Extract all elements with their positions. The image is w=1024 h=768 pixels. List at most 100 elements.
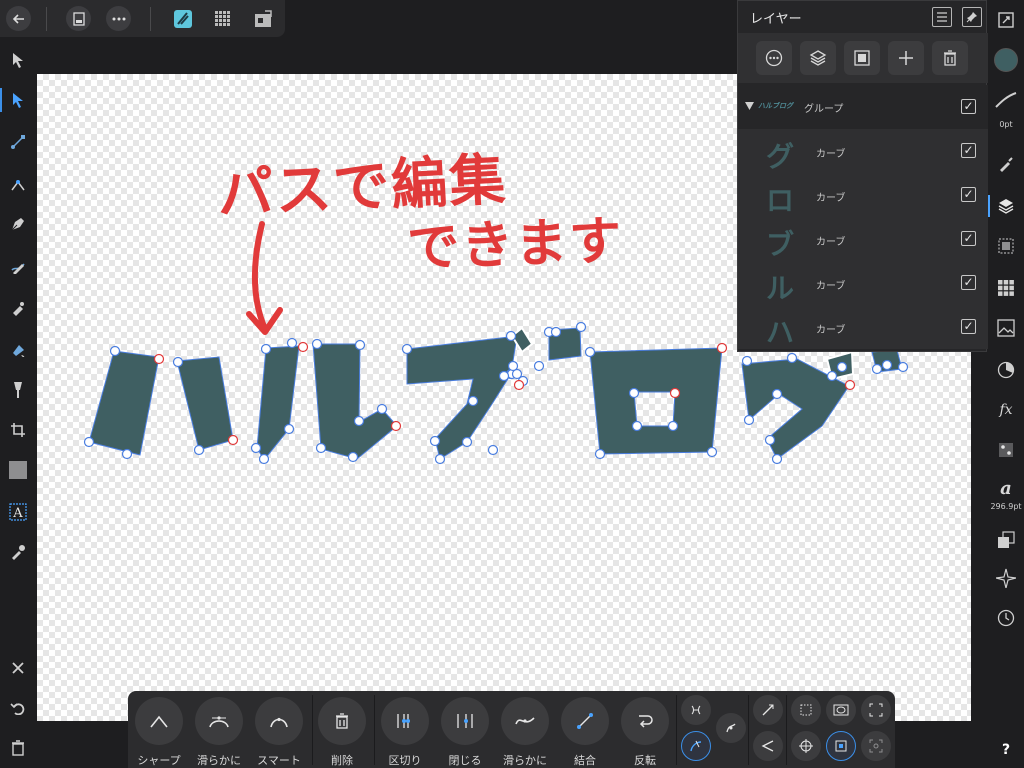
show-curve-handles-icon[interactable] <box>681 731 711 761</box>
break-curve-button[interactable] <box>381 697 429 745</box>
target-icon[interactable] <box>791 731 821 761</box>
layer-options-icon[interactable] <box>756 41 792 75</box>
undo-icon[interactable] <box>6 696 30 720</box>
delete-layer-icon[interactable] <box>932 41 968 75</box>
layers-studio-icon[interactable] <box>994 194 1018 218</box>
layer-name: カーブ <box>816 281 846 292</box>
annotation-line2: できます <box>406 211 625 279</box>
pixel-persona-icon[interactable] <box>211 7 235 31</box>
snapping-icon[interactable] <box>826 731 856 761</box>
smart-button[interactable] <box>255 697 303 745</box>
color-swatch[interactable] <box>994 48 1018 72</box>
layer-row[interactable]: ハ カーブ ✓ <box>738 305 988 349</box>
brush-studio-icon[interactable] <box>994 152 1018 176</box>
layer-thumbnail: ブ <box>766 228 795 261</box>
close-curve-button[interactable] <box>441 697 489 745</box>
delete-node-label: 削除 <box>331 754 353 767</box>
vector-brush-tool-icon[interactable] <box>6 296 30 320</box>
select-shape-icon[interactable] <box>826 695 856 725</box>
appearance-icon[interactable] <box>994 358 1018 382</box>
layer-name: グループ <box>804 104 844 115</box>
right-toolbar: 0pt fx a 296.9pt ? <box>988 0 1024 768</box>
pen-tool-icon[interactable] <box>6 212 30 236</box>
smooth-button[interactable] <box>195 697 243 745</box>
visibility-checkbox[interactable]: ✓ <box>961 275 976 290</box>
styles-icon[interactable] <box>994 438 1018 462</box>
stroke-width-label: 0pt <box>999 120 1013 129</box>
layer-row[interactable]: ロ カーブ ✓ <box>738 173 988 217</box>
font-size-label: 296.9pt <box>990 502 1022 511</box>
swatches-studio-icon[interactable] <box>994 276 1018 300</box>
fx-icon[interactable]: fx <box>994 398 1018 422</box>
node-context-toolbar: シャープ 滑らかに スマート 削除 区切り 閉じる 滑らかに 結合 反転 <box>128 691 895 768</box>
navigator-icon[interactable] <box>994 566 1018 590</box>
layer-row-group[interactable]: ハルブログ グループ ✓ <box>738 85 988 129</box>
export-persona-icon[interactable] <box>251 7 275 31</box>
invert-selection-icon[interactable] <box>753 731 783 761</box>
delete-node-button[interactable] <box>318 697 366 745</box>
sharp-button[interactable] <box>135 697 183 745</box>
glyph-ro <box>589 347 723 455</box>
layer-stack-icon[interactable] <box>800 41 836 75</box>
pin-icon[interactable] <box>962 7 982 27</box>
transform-curve-icon[interactable] <box>716 713 746 743</box>
visibility-checkbox[interactable]: ✓ <box>961 99 976 114</box>
fill-tool-icon[interactable] <box>6 338 30 362</box>
reverse-curve-button[interactable] <box>621 697 669 745</box>
smart-label: スマート <box>257 754 301 767</box>
layer-name: カーブ <box>816 325 846 336</box>
text-studio-icon[interactable]: a <box>994 476 1018 500</box>
select-all-nodes-icon[interactable] <box>753 695 783 725</box>
transparency-tool-icon[interactable] <box>6 378 30 402</box>
add-layer-icon[interactable] <box>888 41 924 75</box>
text-tool-icon[interactable]: A <box>6 500 30 524</box>
document-icon[interactable] <box>66 6 91 31</box>
visibility-checkbox[interactable]: ✓ <box>961 231 976 246</box>
mask-icon[interactable] <box>844 41 880 75</box>
snap-nodes-icon[interactable] <box>681 695 711 725</box>
select-corners-icon[interactable] <box>861 695 891 725</box>
layer-thumbnail: グ <box>766 140 795 173</box>
crop-tool-icon[interactable] <box>6 418 30 442</box>
fullscreen-icon[interactable] <box>994 8 1018 32</box>
annotation-text: パスで編集 できます <box>216 142 624 312</box>
layer-name: カーブ <box>816 237 846 248</box>
shape-tool-icon[interactable] <box>6 458 30 482</box>
point-transform-tool-icon[interactable] <box>6 130 30 154</box>
select-box-icon[interactable] <box>791 695 821 725</box>
transform-origin-icon[interactable] <box>861 731 891 761</box>
smooth-curve-button[interactable] <box>501 697 549 745</box>
transform-studio-icon[interactable] <box>994 528 1018 552</box>
node-tool-icon[interactable] <box>0 88 30 112</box>
color-picker-tool-icon[interactable] <box>6 540 30 564</box>
layer-row[interactable]: ブ カーブ ✓ <box>738 217 988 261</box>
visibility-checkbox[interactable]: ✓ <box>961 187 976 202</box>
layer-thumb-text: ハルブログ <box>758 102 793 110</box>
layer-thumbnail: ロ <box>766 184 795 217</box>
more-icon[interactable] <box>106 6 131 31</box>
pencil-tool-icon[interactable] <box>6 254 30 278</box>
join-curves-button[interactable] <box>561 697 609 745</box>
disclosure-triangle-icon[interactable] <box>745 102 754 110</box>
stock-image-icon[interactable] <box>994 316 1018 340</box>
designer-persona-icon[interactable] <box>171 7 195 31</box>
corner-tool-icon[interactable] <box>6 172 30 196</box>
adjustment-studio-icon[interactable] <box>994 234 1018 258</box>
visibility-checkbox[interactable]: ✓ <box>961 143 976 158</box>
stroke-icon[interactable] <box>994 88 1018 112</box>
trash-icon[interactable] <box>6 736 30 760</box>
list-icon[interactable] <box>932 7 952 27</box>
reverse-curve-label: 反転 <box>634 754 656 767</box>
app-window: A パスで編集 できます レイヤー ハルブログ グループ ✓ グ カーブ ✓ ロ… <box>0 0 1024 768</box>
layer-row[interactable]: グ カーブ ✓ <box>738 129 988 173</box>
history-icon[interactable] <box>994 606 1018 630</box>
layer-name: カーブ <box>816 149 846 160</box>
visibility-checkbox[interactable]: ✓ <box>961 319 976 334</box>
help-button[interactable]: ? <box>994 738 1018 762</box>
move-tool-icon[interactable] <box>6 48 30 72</box>
layer-row[interactable]: ル カーブ ✓ <box>738 261 988 305</box>
left-toolbar: A <box>0 40 37 768</box>
glyph-ha <box>88 350 234 456</box>
back-arrow-icon[interactable] <box>6 6 31 31</box>
close-icon[interactable] <box>6 656 30 680</box>
